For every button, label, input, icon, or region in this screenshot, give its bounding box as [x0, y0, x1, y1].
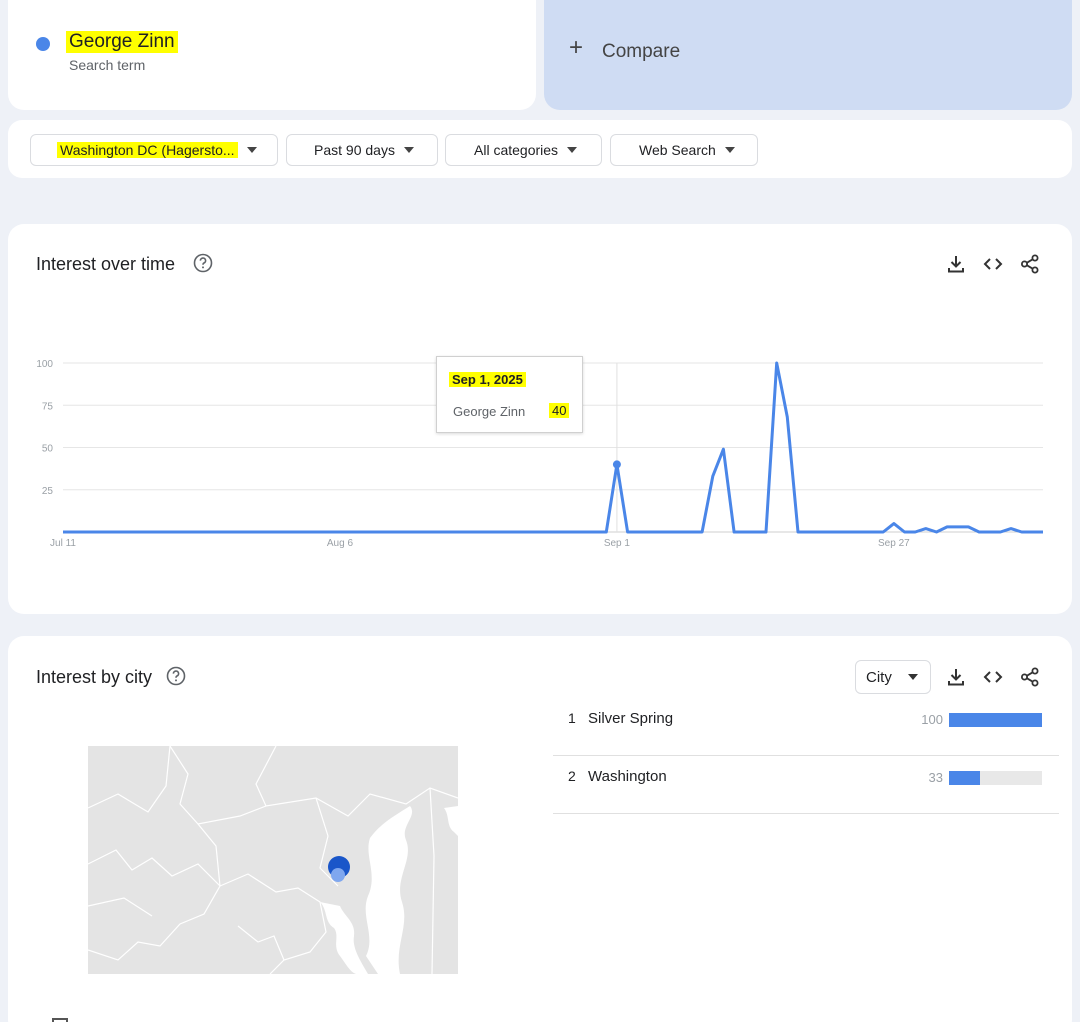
share-icon[interactable]: [1019, 666, 1041, 688]
category-filter-label: All categories: [474, 142, 559, 158]
table-row[interactable]: 2 Washington 33: [553, 756, 1059, 814]
city-name: Silver Spring: [588, 710, 674, 727]
checkbox-stub: [52, 1018, 68, 1022]
city-name: Washington: [588, 768, 667, 785]
y-tick-label: 25: [42, 486, 54, 497]
chevron-down-icon: [246, 147, 257, 153]
x-tick-label: Jul 11: [50, 538, 76, 549]
interest-by-city-card: Interest by city City 1 Silver Spring 10…: [8, 636, 1072, 1022]
search-term-card[interactable]: George Zinn Search term: [8, 0, 536, 110]
city-marker-washington[interactable]: [331, 868, 345, 882]
y-tick-label: 100: [36, 359, 53, 370]
y-tick-label: 75: [42, 401, 54, 412]
chevron-down-icon: [567, 147, 578, 153]
highlight-point: [612, 460, 621, 469]
region-map[interactable]: [88, 746, 458, 974]
interest-by-city-title: Interest by city: [36, 667, 153, 687]
chevron-down-icon: [907, 674, 918, 680]
search-term-name[interactable]: George Zinn: [66, 31, 178, 53]
region-filter-label: Washington DC (Hagersto...: [57, 142, 238, 158]
resolution-select[interactable]: City: [855, 660, 931, 694]
chart-tooltip: Sep 1, 2025 George Zinn 40: [436, 356, 583, 433]
value-bar-track: [949, 771, 1042, 785]
map-shapes: [88, 746, 458, 974]
chevron-down-icon: [403, 147, 414, 153]
city-value: 100: [921, 712, 943, 727]
time-filter-label: Past 90 days: [314, 142, 395, 158]
filters-bar: Washington DC (Hagersto... Past 90 days …: [8, 120, 1072, 178]
chevron-down-icon: [724, 147, 735, 153]
tooltip-value: 40: [549, 403, 570, 418]
compare-label: Compare: [602, 41, 681, 62]
tooltip-date: Sep 1, 2025: [449, 372, 526, 387]
value-bar-fill: [949, 771, 980, 785]
value-bar-fill: [949, 713, 1042, 727]
y-tick-label: 50: [42, 444, 54, 455]
plus-icon: +: [569, 34, 584, 61]
help-icon[interactable]: [166, 666, 186, 686]
search-term-subtitle: Search term: [69, 57, 146, 73]
city-value: 33: [928, 770, 943, 785]
value-bar-track: [949, 713, 1042, 727]
x-tick-label: Sep 1: [604, 538, 631, 549]
x-tick-label: Sep 27: [878, 538, 910, 549]
time-filter-dropdown[interactable]: Past 90 days: [286, 134, 438, 166]
region-filter-dropdown[interactable]: Washington DC (Hagersto...: [30, 134, 278, 166]
series-color-dot: [36, 37, 50, 51]
rank-number: 2: [568, 768, 576, 784]
category-filter-dropdown[interactable]: All categories: [445, 134, 602, 166]
compare-button[interactable]: + Compare: [544, 0, 1072, 110]
embed-icon[interactable]: [982, 666, 1004, 688]
download-icon[interactable]: [945, 666, 967, 688]
tooltip-series-name: George Zinn: [453, 404, 526, 419]
search-type-filter-label: Web Search: [639, 142, 716, 158]
interest-over-time-card: Interest over time 25 50 75 100 Jul 11 Aug 6S…: [8, 224, 1072, 614]
table-row[interactable]: 1 Silver Spring 100: [553, 698, 1059, 756]
x-tick-label: Aug 6: [327, 538, 354, 549]
resolution-select-label: City: [866, 668, 892, 686]
search-type-filter-dropdown[interactable]: Web Search: [610, 134, 758, 166]
rank-number: 1: [568, 710, 576, 726]
